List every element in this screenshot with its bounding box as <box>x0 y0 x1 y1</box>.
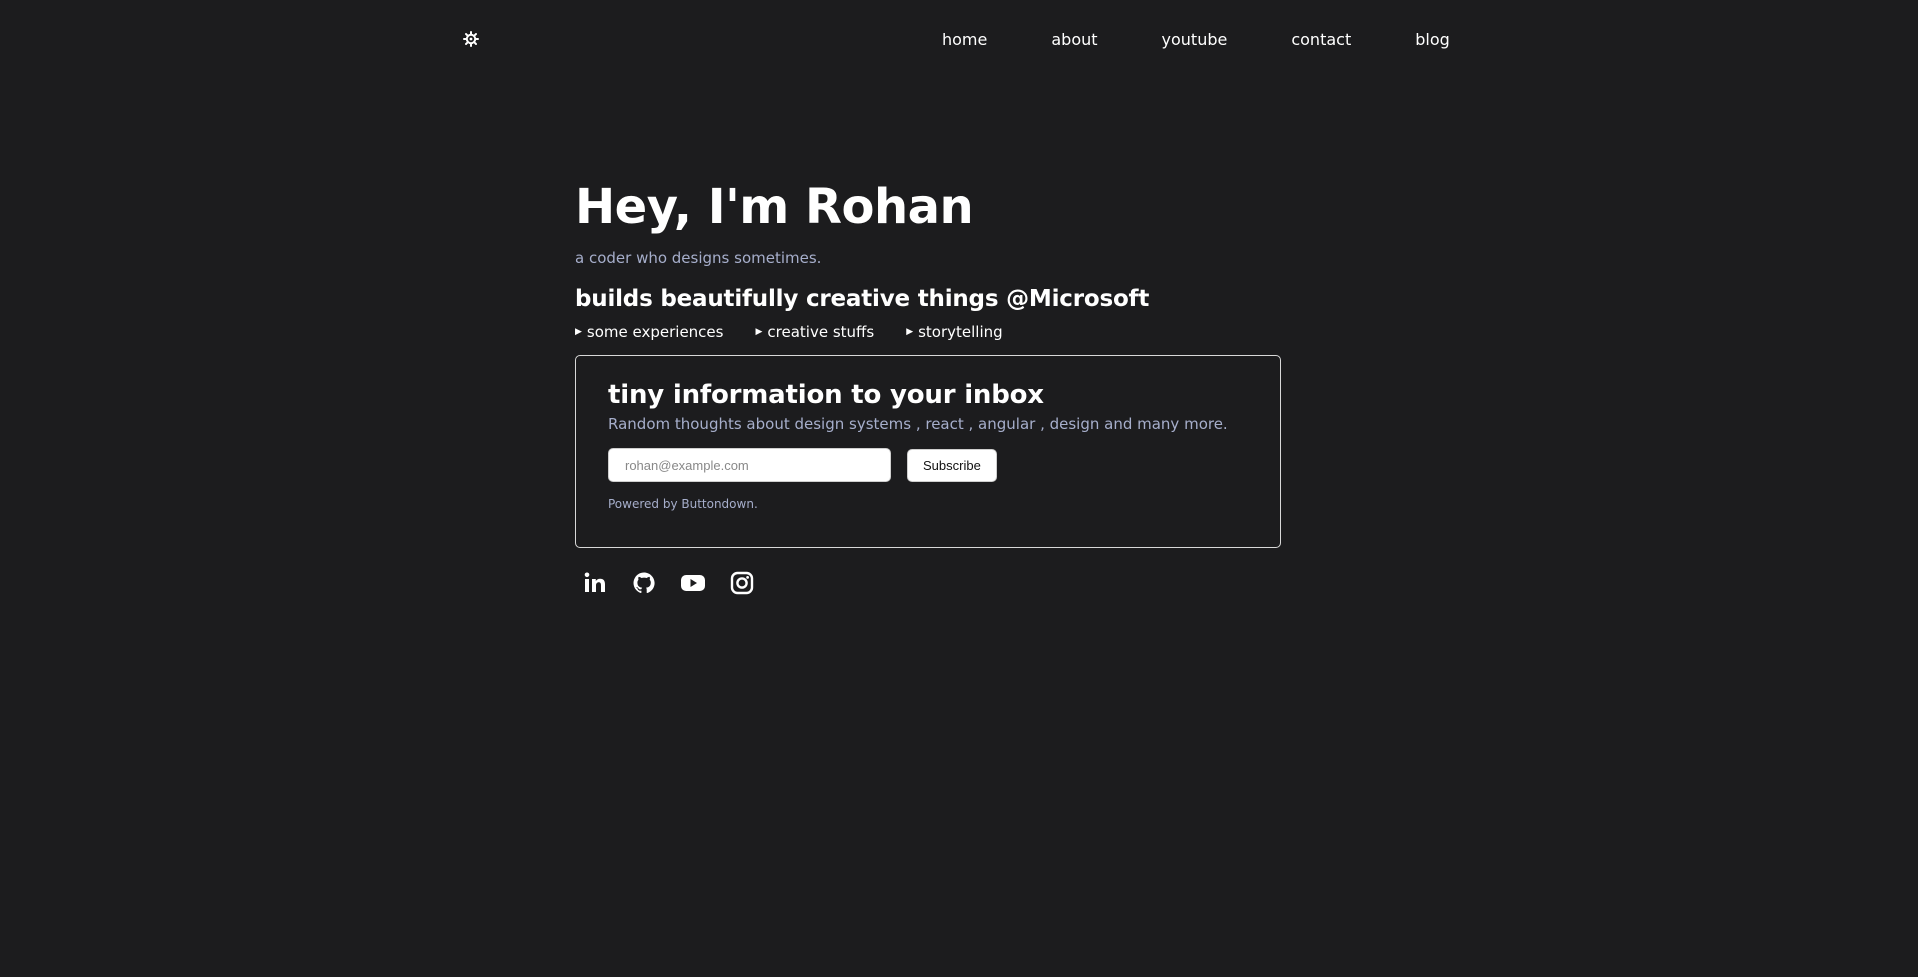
newsletter-description: Random thoughts about design systems , r… <box>608 415 1228 433</box>
creative-stuffs-link[interactable]: ▶ creative stuffs <box>755 322 874 342</box>
youtube-link[interactable] <box>680 570 706 596</box>
newsletter-title: tiny information to your inbox <box>608 380 1044 410</box>
newsletter-card: tiny information to your inbox Random th… <box>575 355 1281 548</box>
linkedin-link[interactable] <box>582 570 608 596</box>
triangle-right-icon: ▶ <box>906 327 914 337</box>
linkedin-icon <box>584 572 605 592</box>
storytelling-link[interactable]: ▶ storytelling <box>906 322 1002 342</box>
social-links <box>575 570 1281 596</box>
triangle-right-icon: ▶ <box>755 327 763 337</box>
buttondown-link[interactable]: Powered by Buttondown. <box>608 497 758 511</box>
hero-title: Hey, I'm Rohan <box>575 179 974 235</box>
theme-toggle-button[interactable] <box>462 30 480 48</box>
github-icon <box>633 572 655 594</box>
nav-contact-link[interactable]: contact <box>1291 28 1351 52</box>
main-content: Hey, I'm Rohan a coder who designs somet… <box>575 172 1281 596</box>
main-nav: home about youtube contact blog <box>942 28 1450 52</box>
nav-youtube-link[interactable]: youtube <box>1162 28 1228 52</box>
experiences-link[interactable]: ▶ some experiences <box>575 322 723 342</box>
top-bar: home about youtube contact blog <box>0 0 1918 80</box>
creative-stuffs-link-label: creative stuffs <box>767 323 875 341</box>
nav-about-link[interactable]: about <box>1051 28 1097 52</box>
github-link[interactable] <box>631 570 657 596</box>
sun-gear-icon <box>463 31 479 47</box>
hero-subtitle: builds beautifully creative things @Micr… <box>575 286 1150 312</box>
instagram-icon <box>730 571 754 595</box>
storytelling-link-label: storytelling <box>918 323 1003 341</box>
youtube-icon <box>681 575 705 591</box>
hero-tagline: a coder who designs sometimes. <box>575 249 822 267</box>
signup-form: Subscribe <box>608 448 1248 482</box>
experiences-link-label: some experiences <box>586 323 724 341</box>
powered-by: Powered by Buttondown. <box>608 496 1248 512</box>
subscribe-button[interactable]: Subscribe <box>907 448 997 482</box>
nav-home-link[interactable]: home <box>942 28 987 52</box>
nav-blog-link[interactable]: blog <box>1415 28 1450 52</box>
instagram-link[interactable] <box>729 570 755 596</box>
email-input[interactable] <box>608 448 891 482</box>
triangle-right-icon: ▶ <box>575 327 582 337</box>
quick-links: ▶ some experiences ▶ creative stuffs ▶ s… <box>575 322 1281 342</box>
